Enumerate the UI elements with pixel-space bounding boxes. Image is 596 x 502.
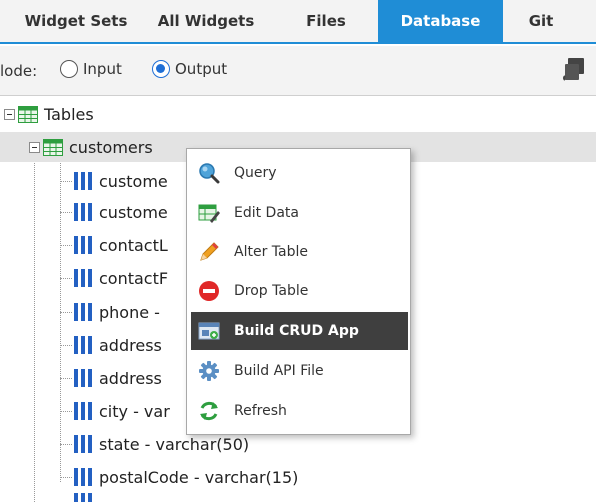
mode-input-label: Input [83, 60, 122, 78]
column-label: phone - [99, 302, 160, 322]
magnifier-icon [199, 163, 220, 184]
edit-table-icon [198, 204, 220, 223]
tab-bar: Widget Sets All Widgets Files Database G… [0, 0, 596, 44]
tree-connector [60, 312, 72, 313]
column-label: address [99, 335, 162, 355]
mode-output-radio[interactable] [152, 60, 170, 78]
tree-connector [60, 181, 72, 182]
tree-node-label: Tables [44, 104, 94, 124]
tree-node-tables[interactable]: Tables [0, 99, 596, 129]
menu-item-label: Build API File [234, 363, 324, 379]
tree-connector [60, 411, 72, 412]
column-label: city - var [99, 401, 170, 421]
tree-connector [60, 378, 72, 379]
gear-icon [199, 361, 219, 381]
menu-item-label: Build CRUD App [234, 323, 359, 339]
collapse-toggle-icon[interactable] [4, 108, 15, 120]
tree-connector [60, 477, 72, 478]
tree-connector [60, 345, 72, 346]
collapse-toggle-icon[interactable] [29, 141, 40, 153]
mode-input-radio[interactable] [60, 60, 78, 78]
tree-connector [60, 212, 72, 213]
menu-item-edit-data[interactable]: Edit Data [191, 194, 408, 232]
tree-connector [60, 245, 72, 246]
menu-item-build-crud-app[interactable]: Build CRUD App [191, 312, 408, 350]
column-node[interactable]: postalCode - varchar(15) [72, 462, 592, 492]
menu-item-label: Drop Table [234, 283, 309, 299]
mode-input-option[interactable]: Input [60, 60, 122, 78]
column-icon [74, 172, 92, 190]
mode-output-label: Output [175, 60, 228, 78]
tab-files[interactable]: Files [276, 0, 376, 42]
column-icon [74, 369, 92, 387]
column-icon [74, 203, 92, 221]
column-label: state - varchar(50) [99, 434, 250, 454]
table-grid-icon [18, 105, 38, 123]
column-icon [74, 236, 92, 254]
pencil-icon [200, 242, 219, 261]
column-icon [74, 402, 92, 420]
mode-label: lode: [0, 62, 38, 80]
script-panel-icon[interactable] [562, 56, 586, 82]
column-icon [74, 468, 92, 486]
menu-item-build-api-file[interactable]: Build API File [191, 352, 408, 390]
menu-item-alter-table[interactable]: Alter Table [191, 233, 408, 271]
tab-all-widgets[interactable]: All Widgets [146, 0, 266, 42]
tree-connector [60, 444, 72, 445]
column-label: custome [99, 171, 168, 191]
mode-bar: lode: Input Output [0, 46, 596, 96]
menu-item-label: Refresh [234, 403, 287, 419]
column-icon [74, 336, 92, 354]
column-node[interactable] [72, 492, 592, 502]
tab-git[interactable]: Git [503, 0, 579, 42]
tree-node-label: customers [69, 137, 153, 157]
column-icon [74, 435, 92, 453]
refresh-icon [200, 401, 218, 421]
table-grid-icon [43, 138, 63, 156]
column-icon [74, 303, 92, 321]
column-label: address [99, 368, 162, 388]
tab-widget-sets[interactable]: Widget Sets [6, 0, 146, 42]
column-icon [74, 493, 92, 502]
column-label: contactL [99, 235, 168, 255]
menu-item-label: Alter Table [234, 244, 308, 260]
menu-item-query[interactable]: Query [191, 154, 408, 192]
crud-app-icon [198, 322, 220, 340]
no-entry-icon [199, 281, 219, 301]
context-menu: Query Edit Data Alter Table Drop Table B… [186, 148, 411, 435]
menu-item-refresh[interactable]: Refresh [191, 392, 408, 430]
column-icon [74, 269, 92, 287]
menu-item-drop-table[interactable]: Drop Table [191, 272, 408, 310]
menu-item-label: Edit Data [234, 205, 299, 221]
mode-output-option[interactable]: Output [152, 60, 227, 78]
tab-database[interactable]: Database [378, 0, 503, 42]
tree-connector [34, 158, 35, 502]
tree-connector [60, 278, 72, 279]
menu-item-label: Query [234, 165, 277, 181]
column-label: postalCode - varchar(15) [99, 467, 299, 487]
column-label: custome [99, 202, 168, 222]
tree-connector [60, 160, 61, 482]
column-label: contactF [99, 268, 169, 288]
